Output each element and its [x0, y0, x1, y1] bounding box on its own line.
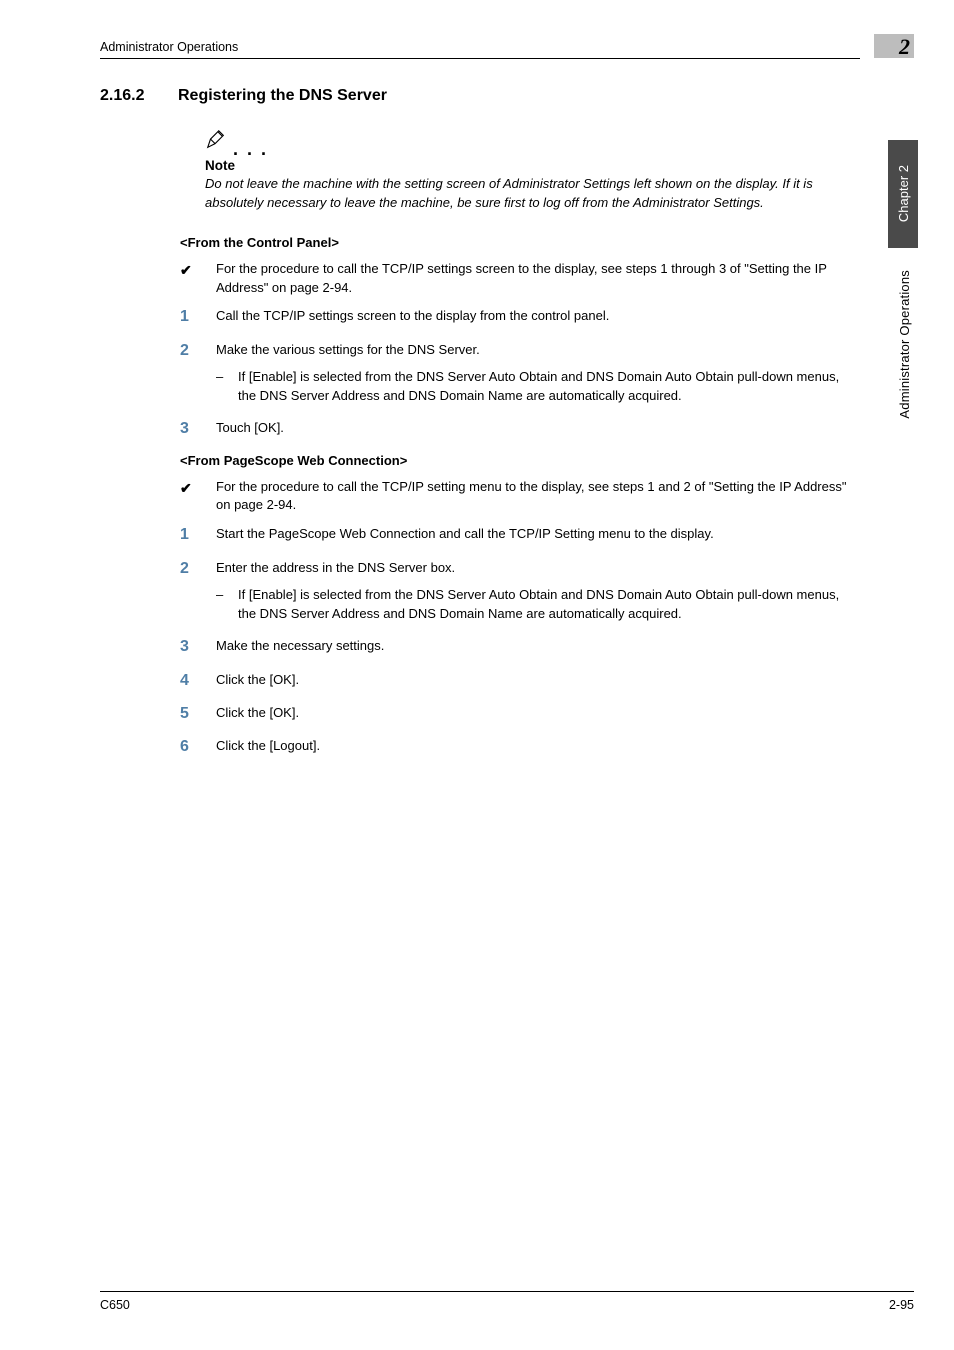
check-icon: ✔ [180, 260, 216, 280]
step-number: 2 [180, 559, 216, 578]
step-row: 3 Make the necessary settings. [180, 637, 860, 656]
step-row: 1 Start the PageScope Web Connection and… [180, 525, 860, 544]
step-row: 3 Touch [OK]. [180, 419, 860, 438]
note-block: . . . Note Do not leave the machine with… [205, 129, 860, 213]
substep-text: If [Enable] is selected from the DNS Ser… [238, 368, 860, 406]
content-area: Administrator Operations 2.16.2 Register… [100, 40, 860, 770]
step-number: 3 [180, 637, 216, 656]
chapter-label: Chapter 2 [896, 165, 911, 222]
prerequisite-text: For the procedure to call the TCP/IP set… [216, 478, 860, 516]
running-header: Administrator Operations [100, 40, 860, 59]
step-text: Make the necessary settings. [216, 637, 860, 656]
note-icon-row: . . . [205, 129, 860, 156]
section-heading: 2.16.2 Registering the DNS Server [100, 87, 860, 105]
corner-chapter-tab: 2 [874, 34, 914, 58]
check-icon: ✔ [180, 478, 216, 498]
footer-page-number: 2-95 [889, 1298, 914, 1312]
chapter-side-tab: Chapter 2 [888, 140, 918, 248]
dash-icon: – [216, 586, 238, 605]
step-row: 6 Click the [Logout]. [180, 737, 860, 756]
substep-row: – If [Enable] is selected from the DNS S… [216, 586, 860, 624]
prerequisite-text: For the procedure to call the TCP/IP set… [216, 260, 860, 298]
corner-chapter-number: 2 [899, 34, 910, 60]
step-number: 5 [180, 704, 216, 723]
step-text: Call the TCP/IP settings screen to the d… [216, 307, 860, 326]
step-number: 2 [180, 341, 216, 360]
dash-icon: – [216, 368, 238, 387]
prerequisite-row: ✔ For the procedure to call the TCP/IP s… [180, 478, 860, 516]
step-row: 5 Click the [OK]. [180, 704, 860, 723]
step-text: Enter the address in the DNS Server box. [216, 559, 860, 578]
section-number: 2.16.2 [100, 87, 178, 105]
step-text: Click the [OK]. [216, 671, 860, 690]
step-row: 1 Call the TCP/IP settings screen to the… [180, 307, 860, 326]
step-number: 3 [180, 419, 216, 438]
step-text: Click the [Logout]. [216, 737, 860, 756]
document-page: Administrator Operations 2.16.2 Register… [0, 0, 954, 1350]
step-number: 4 [180, 671, 216, 690]
section-title: Registering the DNS Server [178, 87, 387, 105]
pencil-icon [205, 129, 227, 156]
step-number: 6 [180, 737, 216, 756]
footer-model: C650 [100, 1298, 130, 1312]
prerequisite-row: ✔ For the procedure to call the TCP/IP s… [180, 260, 860, 298]
step-row: 2 Enter the address in the DNS Server bo… [180, 559, 860, 578]
step-number: 1 [180, 307, 216, 326]
step-text: Make the various settings for the DNS Se… [216, 341, 860, 360]
subheading-pagescope: <From PageScope Web Connection> [180, 453, 860, 468]
note-text: Do not leave the machine with the settin… [205, 175, 860, 213]
substep-text: If [Enable] is selected from the DNS Ser… [238, 586, 860, 624]
side-section-label: Administrator Operations [897, 270, 912, 419]
subheading-control-panel: <From the Control Panel> [180, 235, 860, 250]
page-footer: C650 2-95 [100, 1291, 914, 1312]
step-row: 4 Click the [OK]. [180, 671, 860, 690]
step-row: 2 Make the various settings for the DNS … [180, 341, 860, 360]
step-text: Start the PageScope Web Connection and c… [216, 525, 860, 544]
step-number: 1 [180, 525, 216, 544]
step-text: Touch [OK]. [216, 419, 860, 438]
note-label: Note [205, 158, 860, 173]
substep-row: – If [Enable] is selected from the DNS S… [216, 368, 860, 406]
note-dots-icon: . . . [233, 144, 268, 154]
step-text: Click the [OK]. [216, 704, 860, 723]
